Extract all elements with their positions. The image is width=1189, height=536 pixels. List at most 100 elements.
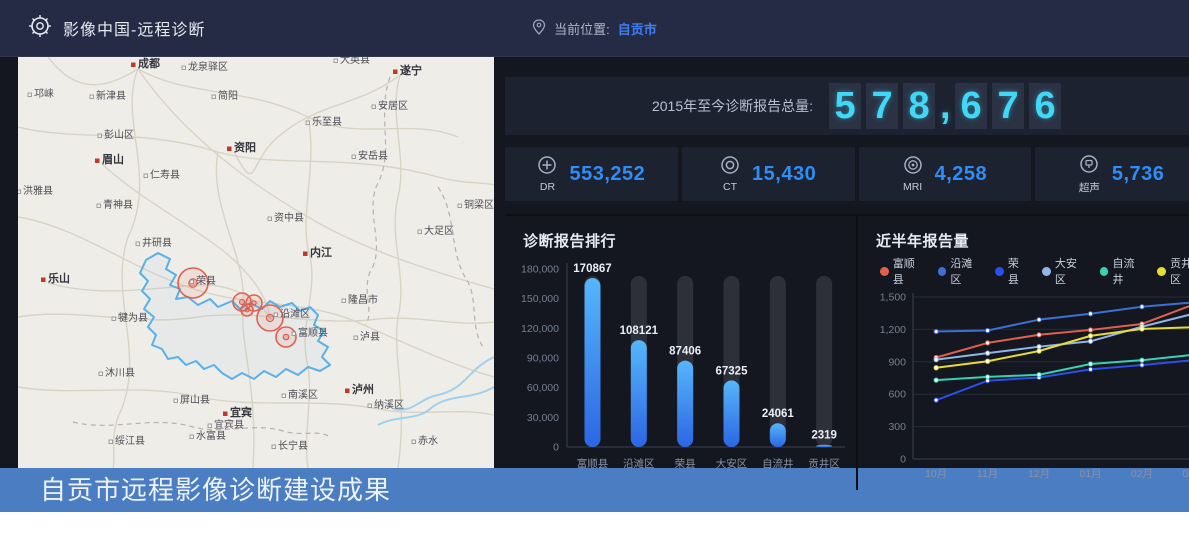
legend-dot-icon: [1157, 267, 1166, 276]
svg-text:成都: 成都: [138, 57, 160, 70]
svg-text:乐至县: 乐至县: [312, 116, 342, 128]
svg-text:2319: 2319: [811, 430, 837, 442]
counter-digit: 5: [829, 83, 861, 129]
stat-card-ultrasound: 超声 5,736: [1035, 147, 1189, 201]
svg-text:10月: 10月: [925, 468, 947, 480]
svg-text:长宁县: 长宁县: [278, 439, 308, 452]
app-logo-icon: [28, 14, 52, 43]
svg-text:遂宁: 遂宁: [400, 63, 422, 77]
legend-item[interactable]: 贡井区: [1157, 255, 1189, 287]
dashboard-page: 影像中国-远程诊断 当前位置: 自贡市: [0, 0, 1189, 512]
svg-text:03月: 03月: [1182, 468, 1189, 480]
svg-text:南溪区: 南溪区: [288, 388, 318, 401]
svg-text:大足区: 大足区: [424, 224, 454, 237]
stat-value: 5,736: [1112, 163, 1165, 186]
svg-text:90,000: 90,000: [527, 353, 559, 365]
counter-digit: 7: [866, 83, 898, 129]
svg-text:屏山县: 屏山县: [180, 394, 210, 406]
legend-item[interactable]: 荣县: [995, 255, 1029, 287]
legend-dot-icon: [1042, 267, 1051, 276]
svg-text:108121: 108121: [620, 325, 659, 337]
svg-text:乐山: 乐山: [48, 271, 70, 285]
svg-text:02月: 02月: [1131, 468, 1153, 480]
bar-chart-title: 诊断报告排行: [515, 230, 850, 251]
counter-digit: 7: [992, 83, 1024, 129]
svg-text:眉山: 眉山: [102, 152, 124, 166]
svg-text:67325: 67325: [715, 365, 748, 377]
svg-text:180,000: 180,000: [521, 264, 559, 276]
svg-text:彭山区: 彭山区: [104, 128, 134, 141]
legend-dot-icon: [995, 267, 1004, 276]
legend-label: 沿滩区: [950, 255, 982, 287]
stat-card-mri: MRI 4,258: [859, 147, 1032, 201]
counter-digit: 8: [903, 83, 935, 129]
svg-text:洪雅县: 洪雅县: [23, 184, 53, 197]
svg-text:铜梁区: 铜梁区: [464, 198, 494, 211]
stat-label: MRI: [903, 181, 922, 193]
stat-value: 4,258: [935, 163, 988, 186]
svg-text:沐川县: 沐川县: [105, 366, 135, 379]
svg-text:新津县: 新津县: [96, 89, 126, 102]
svg-text:自流井: 自流井: [762, 457, 794, 470]
mri-device-icon: [903, 155, 923, 180]
svg-text:泸州: 泸州: [352, 382, 374, 396]
map-roads: [18, 57, 494, 468]
location-label: 当前位置:: [554, 19, 610, 38]
svg-text:87406: 87406: [669, 346, 701, 358]
svg-text:12月: 12月: [1028, 468, 1050, 480]
diagnosis-ranking-bar-chart: 0 30,000 60,000 90,000 120,000 150,000 180,000…: [515, 253, 855, 477]
bar-chart-section: 诊断报告排行 0 30,000 60,000 90,000 120,000 150,000…: [505, 216, 856, 490]
svg-text:900: 900: [888, 356, 906, 368]
svg-text:安岳县: 安岳县: [358, 149, 388, 162]
map-rivers: [378, 357, 494, 425]
stat-card-ct: CT 15,430: [682, 147, 855, 201]
svg-text:青神县: 青神县: [103, 198, 133, 211]
app-title: 影像中国-远程诊断: [63, 16, 205, 40]
total-reports-label: 2015年至今诊断报告总量:: [652, 96, 813, 116]
map-place-labels: 成都龙泉驿区邛崃新津县简阳大英县遂宁安居区乐至县彭山区资阳眉山仁寿县安岳县洪雅县…: [18, 57, 494, 452]
region-map[interactable]: 成都龙泉驿区邛崃新津县简阳大英县遂宁安居区乐至县彭山区资阳眉山仁寿县安岳县洪雅县…: [18, 57, 494, 468]
stat-label: DR: [540, 181, 555, 193]
map-panel: 成都龙泉驿区邛崃新津县简阳大英县遂宁安居区乐至县彭山区资阳眉山仁寿县安岳县洪雅县…: [0, 57, 494, 468]
svg-text:纳溪区: 纳溪区: [374, 398, 404, 411]
svg-text:30,000: 30,000: [527, 412, 559, 424]
svg-text:荣县: 荣县: [675, 458, 696, 470]
ct-device-icon: [720, 155, 740, 180]
legend-item[interactable]: 富顺县: [880, 255, 925, 287]
counter-digit: 6: [955, 83, 987, 129]
svg-text:仁寿县: 仁寿县: [150, 168, 180, 181]
svg-text:120,000: 120,000: [521, 323, 559, 335]
svg-text:1,200: 1,200: [880, 324, 906, 336]
svg-text:沿滩区: 沿滩区: [280, 307, 310, 320]
svg-text:富顺县: 富顺县: [298, 326, 328, 339]
line-chart-legend: 富顺县沿滩区荣县大安区自流井贡井区: [868, 255, 1189, 287]
stat-value: 15,430: [752, 163, 816, 186]
legend-item[interactable]: 沿滩区: [938, 255, 983, 287]
svg-text:内江: 内江: [310, 245, 332, 259]
legend-dot-icon: [1100, 267, 1109, 276]
svg-text:600: 600: [888, 389, 906, 401]
svg-text:150,000: 150,000: [521, 293, 559, 305]
svg-text:宜宾: 宜宾: [230, 405, 252, 419]
svg-text:60,000: 60,000: [527, 382, 559, 394]
line-chart-section: 近半年报告量 富顺县沿滩区荣县大安区自流井贡井区 03006009001,200…: [856, 216, 1189, 490]
svg-text:24061: 24061: [762, 408, 795, 420]
legend-item[interactable]: 自流井: [1100, 255, 1145, 287]
svg-text:绥江县: 绥江县: [115, 435, 145, 447]
svg-text:简阳: 简阳: [218, 89, 238, 102]
svg-text:隆昌市: 隆昌市: [348, 293, 378, 306]
legend-item[interactable]: 大安区: [1042, 255, 1087, 287]
svg-text:0: 0: [553, 442, 559, 454]
svg-text:富顺县: 富顺县: [577, 457, 609, 470]
svg-text:沿滩区: 沿滩区: [623, 457, 655, 470]
location-value-link[interactable]: 自贡市: [618, 19, 657, 38]
counter-digit: 6: [1029, 83, 1061, 129]
stat-label: 超声: [1079, 180, 1100, 195]
svg-text:安居区: 安居区: [378, 99, 408, 112]
total-reports-panel: 2015年至今诊断报告总量: 578,676: [505, 77, 1189, 135]
line-chart-title: 近半年报告量: [868, 230, 1189, 251]
stat-card-dr: DR 553,252: [505, 147, 678, 201]
legend-label: 大安区: [1055, 255, 1087, 287]
dr-device-icon: [537, 155, 557, 180]
svg-text:犍为县: 犍为县: [118, 312, 148, 324]
